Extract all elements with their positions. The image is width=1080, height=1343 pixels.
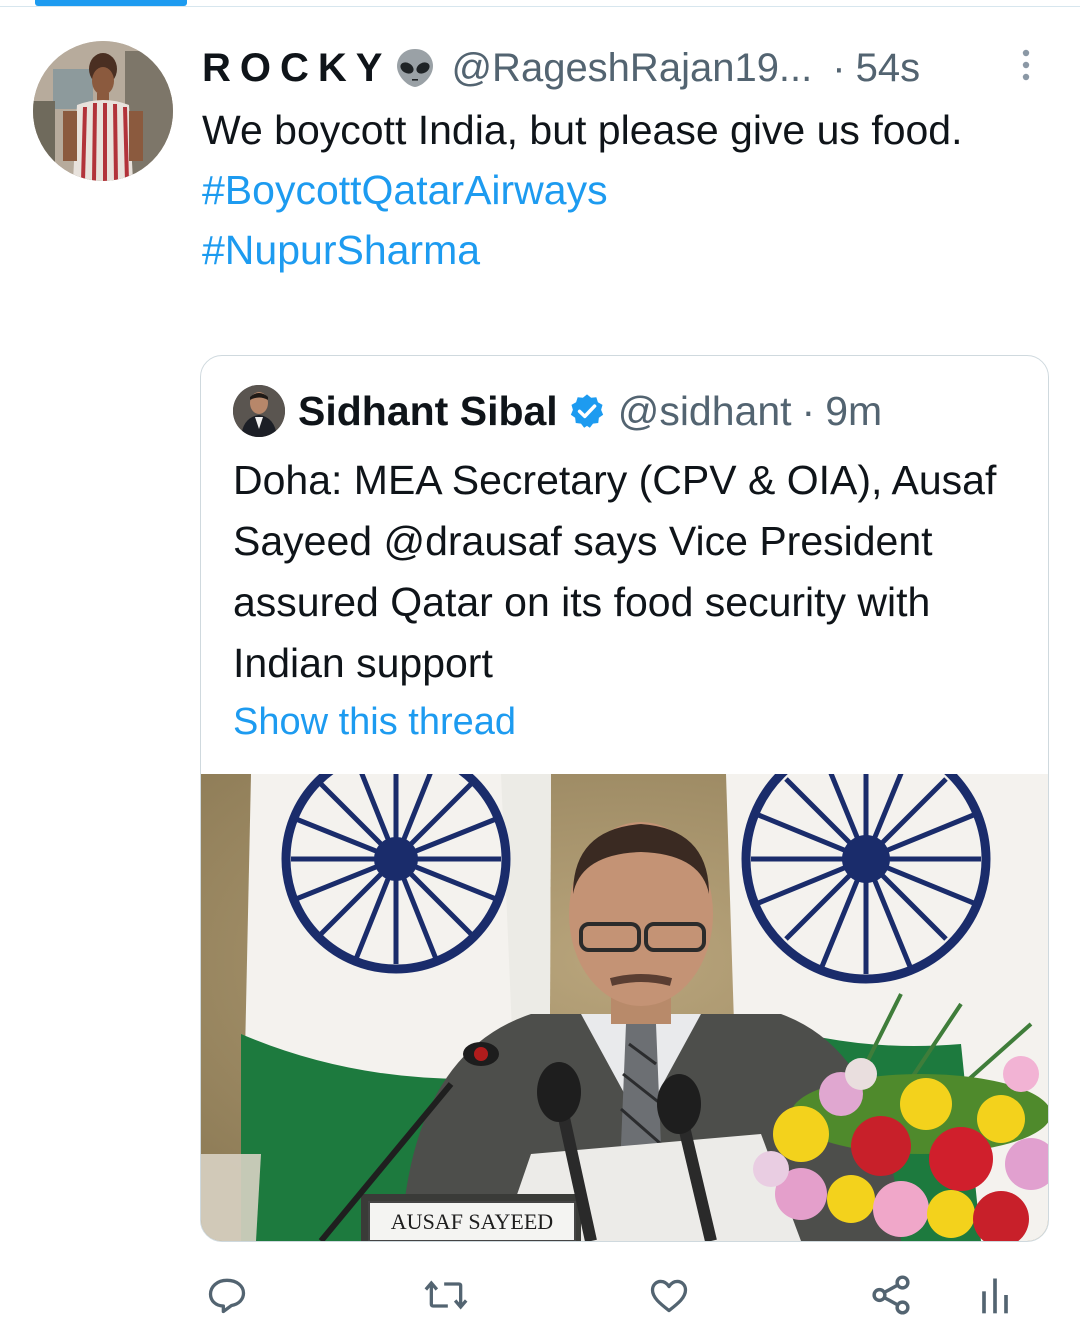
separator-dot: ·: [801, 387, 816, 434]
tweet-time[interactable]: 54s: [856, 46, 921, 91]
reply-icon[interactable]: [202, 1268, 252, 1322]
avatar[interactable]: [33, 41, 173, 181]
hashtag-link[interactable]: #BoycottQatarAirways: [202, 160, 1002, 220]
quoted-handle[interactable]: @sidhant: [618, 388, 792, 435]
quoted-avatar[interactable]: [233, 385, 285, 437]
show-thread-link[interactable]: Show this thread: [233, 701, 516, 744]
author-name[interactable]: ROCKY: [202, 46, 391, 91]
like-icon[interactable]: [644, 1268, 694, 1322]
quoted-header: Sidhant Sibal @sidhant · 9m: [298, 381, 882, 441]
analytics-icon[interactable]: [970, 1268, 1020, 1322]
quoted-time[interactable]: 9m: [825, 388, 882, 435]
quoted-text: Doha: MEA Secretary (CPV & OIA), Ausaf S…: [233, 457, 997, 686]
tweet-text-body: We boycott India, but please give us foo…: [202, 107, 963, 153]
quoted-tweet-card[interactable]: Sidhant Sibal @sidhant · 9m Doha: MEA Se…: [200, 355, 1049, 1242]
tweet-text: We boycott India, but please give us foo…: [202, 100, 1002, 280]
hashtag-link[interactable]: #NupurSharma: [202, 220, 1002, 280]
alien-emoji-icon: [393, 46, 437, 90]
tweet-action-bar: [0, 1268, 1080, 1328]
author-handle[interactable]: @RageshRajan19...: [451, 46, 812, 91]
retweet-icon[interactable]: [421, 1268, 471, 1322]
tweet-header: ROCKY @RageshRajan19... · 54s: [202, 40, 920, 96]
more-options-icon[interactable]: [1020, 48, 1032, 84]
separator-dot: ·: [832, 45, 846, 90]
quoted-media-image[interactable]: AUSAF SAYEED: [201, 734, 1048, 1241]
divider: [0, 6, 1080, 7]
verified-badge-icon: [568, 392, 606, 430]
quoted-author-name[interactable]: Sidhant Sibal: [298, 388, 558, 435]
nameplate-text: AUSAF SAYEED: [391, 1209, 553, 1234]
share-icon[interactable]: [866, 1268, 916, 1322]
